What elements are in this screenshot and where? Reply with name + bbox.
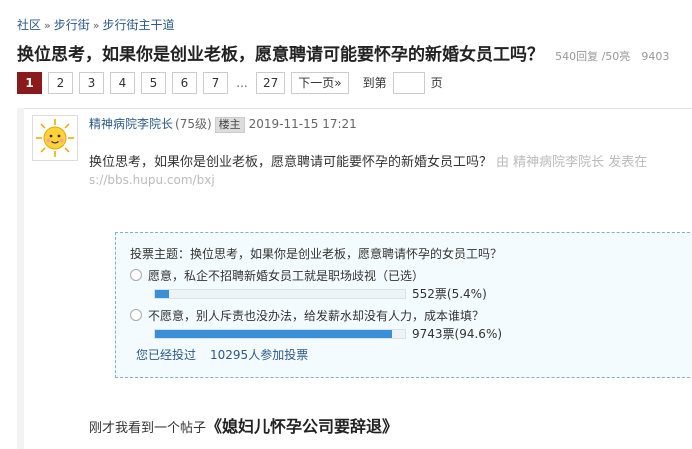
author-level: (75级) [175, 117, 212, 131]
page-2-button[interactable]: 2 [48, 72, 73, 94]
thread-title: 换位思考，如果你是创业老板，愿意聘请可能要怀孕的新婚女员工吗？ [17, 45, 544, 65]
goto-label: 到第 [362, 76, 387, 90]
thread-stats: 540回复 /50亮 [555, 50, 631, 63]
vote-option-1-radio[interactable] [130, 269, 142, 281]
vote-question: 投票主题：换位思考，如果你是创业老板，愿意聘请怀孕的女员工吗？ [130, 247, 503, 261]
page-7-button[interactable]: 7 [203, 72, 228, 94]
breadcrumb-item-community[interactable]: 社区 [17, 18, 41, 32]
vote-option-1-bar [154, 289, 406, 299]
post-body-line-3: 刚才我看到一个帖子《媳妇儿怀孕公司要辞退》 [89, 413, 398, 437]
breadcrumb-item-main[interactable]: 步行街主干道 [103, 18, 175, 32]
page-5-button[interactable]: 5 [141, 72, 166, 94]
page-1-button[interactable]: 1 [17, 72, 42, 94]
post-text: 换位思考，如果你是创业老板，愿意聘请可能要怀孕的新婚女员工吗？ [89, 155, 493, 170]
vote-option-2-count: 9743票(94.6%) [412, 327, 503, 341]
vote-participants-link[interactable]: 10295人参加投票 [210, 348, 308, 362]
post-divider [17, 108, 692, 109]
avatar[interactable] [32, 115, 78, 161]
post-intro: 刚才我看到一个帖子 [89, 421, 207, 436]
vote-option-2-label: 不愿意，别人斥责也没办法，给发薪水却没有人力，成本谁填？ [148, 309, 485, 323]
vote-option-1-label: 愿意，私企不招聘新婚女员工就是职场歧视（已选） [148, 269, 425, 283]
post-body-line-2: s://bbs.hupu.com/bxj [89, 173, 215, 187]
page-last-button[interactable]: 27 [256, 72, 286, 94]
breadcrumb: 社区» 步行街» 步行街主干道 [17, 16, 175, 33]
op-badge: 楼主 [214, 117, 245, 133]
vote-option-2-bar-fill [155, 330, 392, 338]
next-page-button[interactable]: 下一页» [291, 72, 349, 94]
breadcrumb-item-bxj[interactable]: 步行街 [54, 18, 90, 32]
pagination: 1 2 3 4 5 6 7... 27 下一页» 到第 页 [17, 72, 443, 94]
vote-option-2-radio[interactable] [130, 309, 142, 321]
author-link[interactable]: 精神病院李院长 [89, 117, 173, 131]
sun-avatar-icon [36, 119, 74, 157]
thread-header: 换位思考，如果你是创业老板，愿意聘请可能要怀孕的新婚女员工吗？ 540回复 /5… [17, 40, 692, 65]
post-left-bar [17, 108, 24, 449]
vote-option-1-count: 552票(5.4%) [412, 287, 487, 301]
page-3-button[interactable]: 3 [79, 72, 104, 94]
voted-status: 您已经投过 [136, 348, 197, 362]
page-4-button[interactable]: 4 [110, 72, 135, 94]
post-watermark: 由 精神病院李院长 发表在 [496, 155, 648, 170]
thread-views: 9403 [641, 50, 670, 63]
vote-option-1-bar-fill [155, 290, 169, 298]
post-body-line-1: 换位思考，如果你是创业老板，愿意聘请可能要怀孕的新婚女员工吗？由 精神病院李院长… [89, 151, 647, 170]
page-ellipsis: ... [236, 76, 248, 90]
page-6-button[interactable]: 6 [172, 72, 197, 94]
post-author-line: 精神病院李院长 (75级) 楼主 2019-11-15 17:21 [89, 115, 357, 133]
post-quoted-title: 《媳妇儿怀孕公司要辞退》 [206, 417, 399, 436]
page-unit-label: 页 [430, 76, 443, 90]
vote-option-2[interactable]: 不愿意，别人斥责也没办法，给发薪水却没有人力，成本谁填？ [130, 307, 484, 324]
vote-option-1[interactable]: 愿意，私企不招聘新婚女员工就是职场歧视（已选） [130, 267, 424, 284]
vote-footer: 您已经投过 10295人参加投票 [136, 346, 308, 363]
breadcrumb-separator: » [44, 19, 51, 32]
vote-option-2-bar [154, 329, 406, 339]
vote-panel: 投票主题：换位思考，如果你是创业老板，愿意聘请怀孕的女员工吗？ 愿意，私企不招聘… [115, 232, 692, 378]
goto-page-input[interactable] [392, 72, 425, 94]
post-time: 2019-11-15 17:21 [248, 117, 357, 131]
breadcrumb-separator: » [92, 19, 100, 32]
